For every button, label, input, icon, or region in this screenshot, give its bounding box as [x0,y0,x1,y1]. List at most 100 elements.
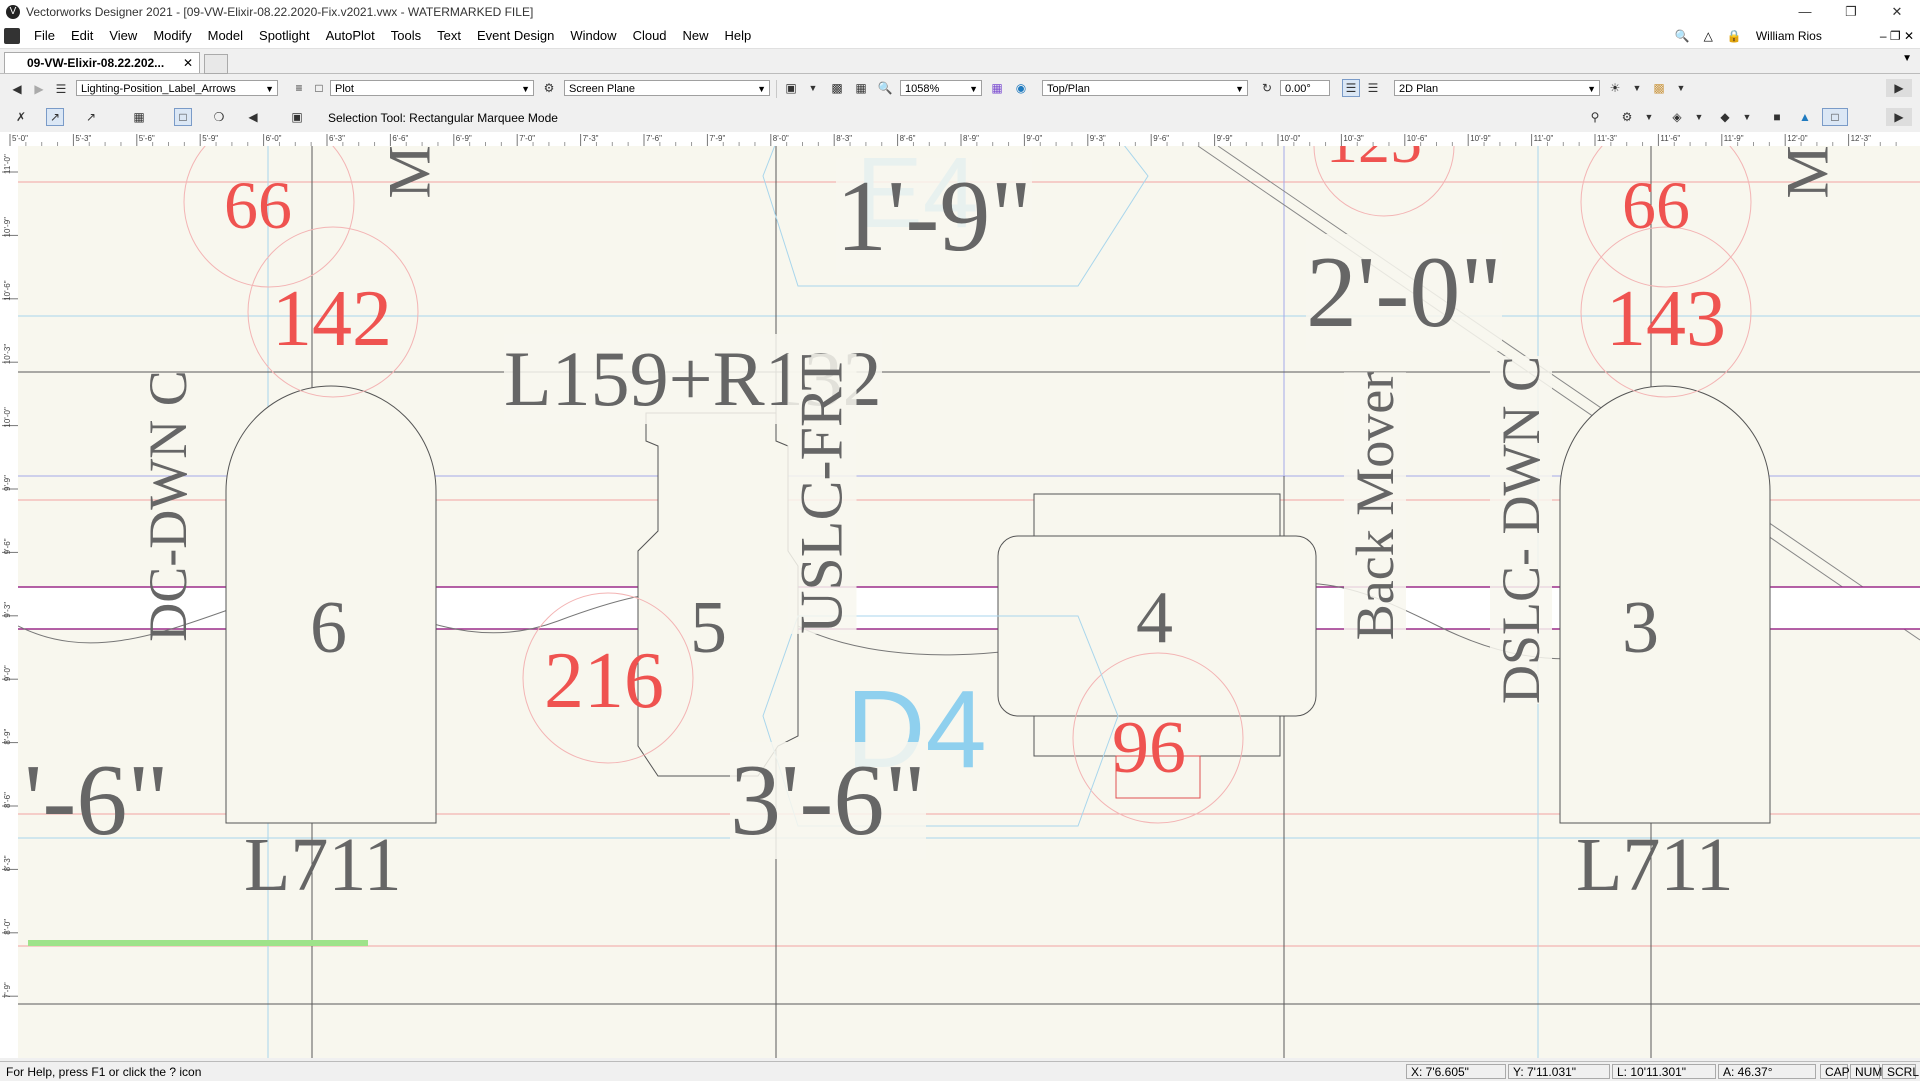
lighting-device-icon[interactable]: ◈ [1668,108,1686,126]
menu-window[interactable]: Window [562,24,624,48]
status-bar: For Help, press F1 or click the ? icon X… [0,1061,1920,1081]
ruler-tick-label: 8'-0" [3,919,12,935]
disable-select-icon[interactable]: ✗ [12,108,30,126]
fit-objects-icon[interactable]: ▩ [828,79,846,97]
gear-icon[interactable]: ⚙ [1618,108,1636,126]
layer-icon[interactable]: ≡ [290,79,308,97]
minimize-button[interactable]: — [1782,0,1828,24]
menu-view[interactable]: View [101,24,145,48]
menu-help[interactable]: Help [717,24,760,48]
visibility-icon[interactable]: ⚲ [1586,108,1604,126]
marquee-icon[interactable]: □ [174,108,192,126]
class-icon[interactable]: ☰ [52,80,70,98]
ruler-tick-label: 7'-6" [646,134,662,143]
vertical-label-dslc-dwn-c: DSLC- DWN C [1490,356,1552,704]
search-icon[interactable]: 🔍 [1675,29,1690,43]
standard-view-icon[interactable]: ▣ [782,79,800,97]
ruler-tick-label: 12'-3" [1851,134,1872,143]
app-icon: V [6,5,20,19]
ruler-tick-label: 7'-9" [3,982,12,998]
layer-options-icon-2[interactable]: ⚙ [540,79,558,97]
menu-autoplot[interactable]: AutoPlot [318,24,383,48]
plane-dropdown[interactable]: Screen Plane ▼ [564,80,770,96]
plane-value: Screen Plane [569,83,636,95]
ruler-tick-label: 9'-3" [3,602,12,618]
circle-label-96: 96 [1112,707,1186,789]
standard-view-chevron-icon[interactable]: ▼ [804,79,822,97]
mode-bar-collapse-icon[interactable]: ▶ [1886,108,1912,126]
forward-icon[interactable]: ▶ [30,80,48,98]
class-dropdown[interactable]: Lighting-Position_Label_Arrows ▼ [76,80,278,96]
label-legend-icon[interactable]: ◆ [1716,108,1734,126]
vertical-label-dc-dwn-c: DC-DWN C [138,370,198,642]
restore-button[interactable]: ❐ [1828,0,1874,24]
back-icon[interactable]: ◀ [8,80,26,98]
tab-list-chevron-icon[interactable]: ▼ [1902,53,1912,64]
menu-text[interactable]: Text [429,24,469,48]
status-y: Y: 7'11.031" [1508,1064,1610,1079]
data-vis-icon[interactable]: ▩ [1650,79,1668,97]
new-tab-button[interactable] [204,54,228,74]
fit-page-icon[interactable]: ▦ [852,79,870,97]
ruler-tick-label: 6'-6" [392,134,408,143]
selection-preferences-icon[interactable]: ▣ [288,108,306,126]
lighting-options-icon[interactable]: ☀ [1606,79,1624,97]
drawing-canvas[interactable]: E4 D4 66 142 216 96 66 143 125 1'-9" 2'-… [18,146,1920,1058]
layer-dropdown[interactable]: Plot ▼ [330,80,534,96]
rotation-icon[interactable]: ↻ [1258,79,1276,97]
menu-bar: File Edit View Modify Model Spotlight Au… [0,24,1920,49]
document-icon[interactable] [4,28,20,44]
render-dropdown[interactable]: 2D Plan ▼ [1394,80,1600,96]
menu-edit[interactable]: Edit [63,24,101,48]
dimension-2-0: 2'-0" [1306,234,1502,351]
view-icon[interactable]: ▦ [988,79,1006,97]
ruler-tick-label: 10'-9" [1470,134,1491,143]
polygon-select-icon[interactable]: ◀ [244,108,262,126]
menu-tools[interactable]: Tools [383,24,429,48]
multiple-object-interactive-icon[interactable]: ↗ [82,108,100,126]
tool-preferences-icon[interactable]: □ [1822,108,1848,126]
zoom-icon[interactable]: 🔍 [876,79,894,97]
snap-icon[interactable]: ▦ [130,108,148,126]
lasso-icon[interactable]: ❍ [210,108,228,126]
fixture-3-outline [1559,385,1771,824]
ruler-tick-label: 9'-0" [3,665,12,681]
projection-icon[interactable]: ◉ [1012,79,1030,97]
bell-icon[interactable]: △ [1704,29,1713,43]
focus-icon[interactable]: ■ [1768,108,1786,126]
view-dropdown[interactable]: Top/Plan ▼ [1042,80,1248,96]
rotation-field[interactable]: 0.00° [1280,80,1330,96]
render-mode-icon[interactable]: ☰ [1342,79,1360,97]
user-name[interactable]: William Rios [1756,29,1822,43]
lighting-chevron-icon[interactable]: ▼ [1628,79,1646,97]
left-ruler[interactable]: 11'-0" 10'-9" 10'-6" 10'-3" 10'-0" 9'-9" 9'-6"… [0,146,19,1058]
class-value: Lighting-Position_Label_Arrows [81,83,236,95]
menu-new[interactable]: New [675,24,717,48]
label-legend-chevron-icon[interactable]: ▼ [1738,108,1756,126]
close-button[interactable]: ✕ [1874,0,1920,24]
spotlight-nav-icon[interactable]: ▲ [1796,108,1814,126]
ruler-tick-label: 8'-6" [900,134,916,143]
document-tab[interactable]: 09-VW-Elixir-08.22.202... ✕ [4,52,200,73]
status-scrl: SCRL [1882,1064,1919,1079]
status-x: X: 7'6.605" [1406,1064,1506,1079]
menu-cloud[interactable]: Cloud [625,24,675,48]
menu-modify[interactable]: Modify [145,24,199,48]
menu-spotlight[interactable]: Spotlight [251,24,318,48]
data-vis-chevron-icon[interactable]: ▼ [1672,79,1690,97]
menu-model[interactable]: Model [200,24,251,48]
view-bar-collapse-icon[interactable]: ▶ [1886,79,1912,97]
menu-event-design[interactable]: Event Design [469,24,562,48]
rotation-value: 0.00° [1285,83,1311,95]
lighting-device-chevron-icon[interactable]: ▼ [1690,108,1708,126]
gear-chevron-icon[interactable]: ▼ [1640,108,1658,126]
render-options-icon[interactable]: ☰ [1364,79,1382,97]
doc-window-controls[interactable]: – ❐ ✕ [1880,29,1914,43]
menu-file[interactable]: File [26,24,63,48]
layer-options-icon[interactable]: □ [310,79,328,97]
top-ruler[interactable]: 5'-0" 5'-3" 5'-6" 5'-9" 6'-0" 6'-3" 6'-6" 6'-9"… [0,132,1920,147]
status-cap: CAP [1820,1064,1850,1079]
tab-close-icon[interactable]: ✕ [183,53,193,73]
single-object-interactive-icon[interactable]: ↗ [46,108,64,126]
zoom-dropdown[interactable]: 1058% ▼ [900,80,982,96]
